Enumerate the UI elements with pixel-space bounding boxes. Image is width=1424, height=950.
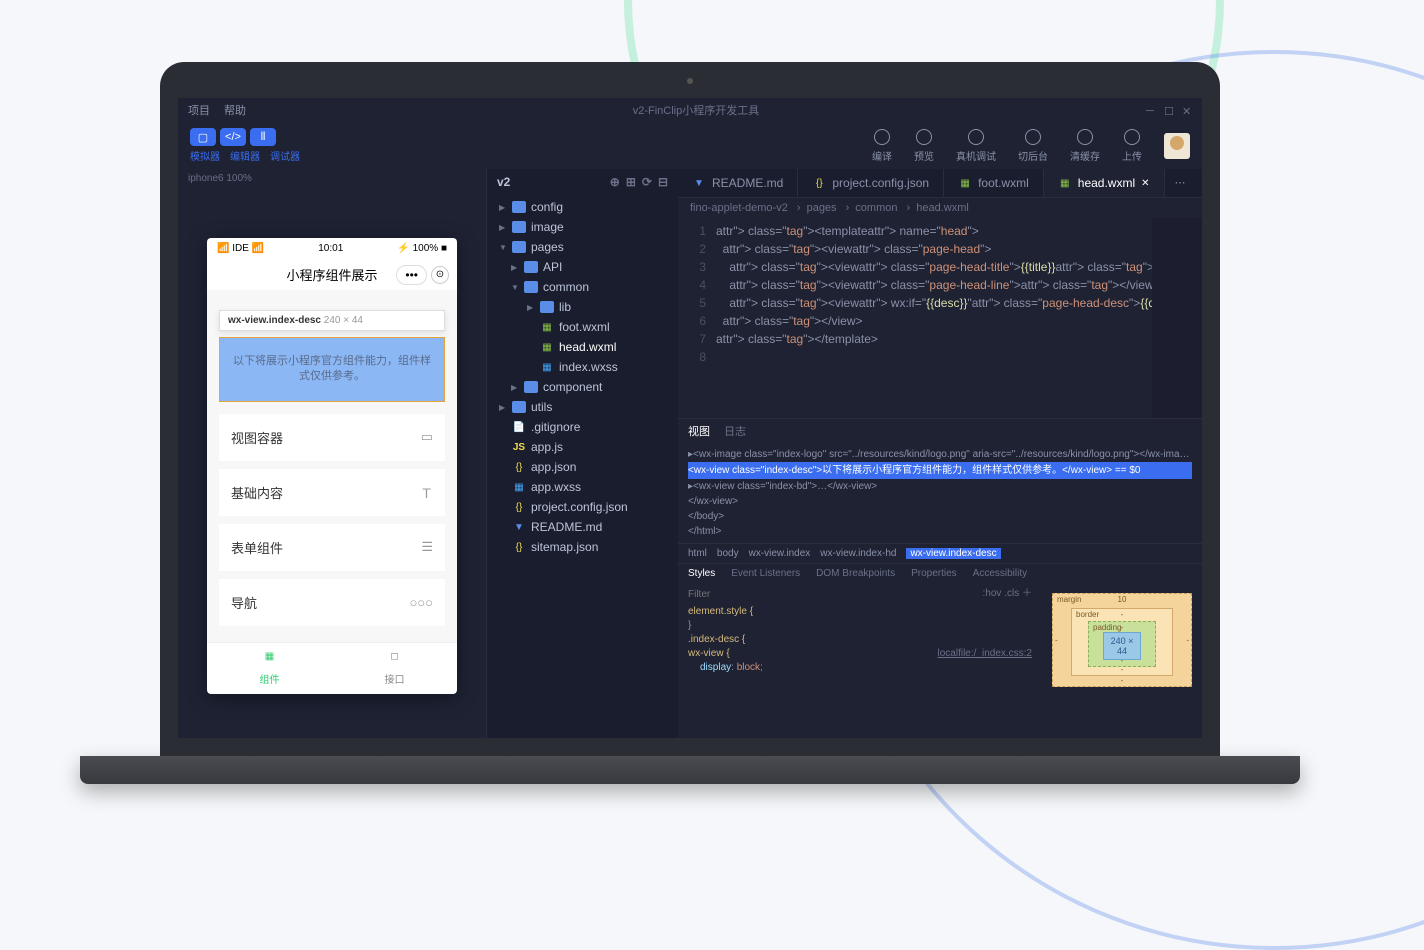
menu-item[interactable]: 导航○○○ [219, 579, 445, 626]
laptop-frame: 项目 帮助 v2-FinClip小程序开发工具 ─ ☐ ✕ ▢ </> ⫴ [160, 62, 1220, 784]
devtools-subtab[interactable]: Accessibility [973, 568, 1027, 579]
menubar: 项目 帮助 v2-FinClip小程序开发工具 ─ ☐ ✕ [178, 98, 1202, 122]
styles-pane[interactable]: :hov .cls ＋ element.style {}.index-desc … [678, 583, 1042, 738]
simulator-device-info[interactable]: iphone6 100% [178, 169, 486, 188]
maximize-button[interactable]: ☐ [1164, 105, 1174, 115]
toolbar: ▢ </> ⫴ 模拟器 编辑器 调试器 编译 预览 真机调试 切后台 清缓存 [178, 122, 1202, 169]
tree-item[interactable]: ▼README.md [487, 517, 678, 537]
tree-item[interactable]: ▦app.wxss [487, 477, 678, 497]
editor-tab[interactable]: ▦head.wxml✕ [1044, 169, 1165, 197]
breadcrumb: fino-applet-demo-v2 pages common head.wxml [678, 198, 1202, 218]
phone-status-bar: 📶 IDE 📶 10:01 ⚡ 100% ■ [207, 238, 457, 259]
devtools-subtab[interactable]: Styles [688, 568, 715, 579]
editor-tabs: ▼README.md{}project.config.json▦foot.wxm… [678, 169, 1202, 198]
menu-item[interactable]: 视图容器▭ [219, 414, 445, 461]
tree-item[interactable]: ▼pages [487, 237, 678, 257]
tree-item[interactable]: {}app.json [487, 457, 678, 477]
menu-project[interactable]: 项目 [188, 102, 210, 118]
inspect-tooltip: wx-view.index-desc 240 × 44 [219, 310, 445, 331]
window-title: v2-FinClip小程序开发工具 [260, 102, 1132, 118]
preview-button[interactable]: 预览 [914, 129, 934, 163]
compile-button[interactable]: 编译 [872, 129, 892, 163]
project-root[interactable]: v2 [497, 175, 510, 189]
dt-tab-view[interactable]: 视图 [688, 423, 710, 439]
tree-item[interactable]: ▦foot.wxml [487, 317, 678, 337]
refresh-icon[interactable]: ⟳ [642, 175, 652, 189]
breadcrumb-item[interactable]: pages [807, 202, 850, 214]
tree-item[interactable]: ▼common [487, 277, 678, 297]
tree-item[interactable]: 📄.gitignore [487, 417, 678, 437]
tree-item[interactable]: ▶image [487, 217, 678, 237]
tree-item[interactable]: JSapp.js [487, 437, 678, 457]
tree-item[interactable]: ▶config [487, 197, 678, 217]
code-editor[interactable]: 12345678 attr"> class="tag"><templateatt… [678, 218, 1202, 418]
tree-item[interactable]: ▶API [487, 257, 678, 277]
editor-tab[interactable]: ▼README.md [678, 169, 798, 197]
capsule-more-icon[interactable]: ••• [396, 265, 427, 285]
new-folder-icon[interactable]: ⊞ [626, 175, 636, 189]
dom-path-item[interactable]: wx-view.index-hd [820, 548, 896, 559]
file-explorer: v2 ⊕ ⊞ ⟳ ⊟ ▶config▶image▼pages▶API▼commo… [486, 169, 678, 738]
tree-item[interactable]: {}project.config.json [487, 497, 678, 517]
page-title: 小程序组件展示 [286, 265, 377, 284]
box-model: margin 10 - border - padding - [1042, 583, 1202, 738]
avatar[interactable] [1164, 133, 1190, 159]
grid-icon: ▦ [261, 651, 279, 669]
dom-tree[interactable]: ▸<wx-image class="index-logo" src="../re… [678, 443, 1202, 543]
minimize-button[interactable]: ─ [1146, 105, 1156, 115]
tab-api[interactable]: ◻ 接口 [332, 643, 457, 694]
api-icon: ◻ [386, 651, 404, 669]
styles-filter-input[interactable] [688, 587, 748, 601]
dom-path-item[interactable]: html [688, 548, 707, 559]
dom-path-item[interactable]: wx-view.index [749, 548, 811, 559]
collapse-icon[interactable]: ⊟ [658, 175, 668, 189]
menu-item[interactable]: 表单组件☰ [219, 524, 445, 571]
background-button[interactable]: 切后台 [1018, 129, 1048, 163]
mode-editor[interactable]: </> [220, 128, 246, 146]
tab-component[interactable]: ▦ 组件 [207, 643, 332, 694]
tree-item[interactable]: ▦head.wxml [487, 337, 678, 357]
close-button[interactable]: ✕ [1182, 105, 1192, 115]
editor-tab[interactable]: ▦foot.wxml [944, 169, 1044, 197]
breadcrumb-item[interactable]: common [855, 202, 910, 214]
minimap[interactable] [1152, 218, 1202, 418]
phone-tabbar: ▦ 组件 ◻ 接口 [207, 642, 457, 694]
devtools-subtab[interactable]: DOM Breakpoints [816, 568, 895, 579]
upload-button[interactable]: 上传 [1122, 129, 1142, 163]
ide-window: 项目 帮助 v2-FinClip小程序开发工具 ─ ☐ ✕ ▢ </> ⫴ [178, 98, 1202, 738]
tree-item[interactable]: {}sitemap.json [487, 537, 678, 557]
phone-nav: 小程序组件展示 ••• ⊙ [207, 259, 457, 290]
tree-item[interactable]: ▦index.wxss [487, 357, 678, 377]
mode-switcher: ▢ </> ⫴ 模拟器 编辑器 调试器 [190, 128, 300, 163]
styles-toggles[interactable]: :hov .cls ＋ [983, 587, 1032, 601]
tree-item[interactable]: ▶utils [487, 397, 678, 417]
clear-cache-button[interactable]: 清缓存 [1070, 129, 1100, 163]
capsule-close-icon[interactable]: ⊙ [431, 266, 449, 284]
editor-tab[interactable]: {}project.config.json [798, 169, 944, 197]
remote-debug-button[interactable]: 真机调试 [956, 129, 996, 163]
mode-debugger[interactable]: ⫴ [250, 128, 276, 146]
dom-path-item[interactable]: body [717, 548, 739, 559]
tree-item[interactable]: ▶component [487, 377, 678, 397]
menu-help[interactable]: 帮助 [224, 102, 246, 118]
new-file-icon[interactable]: ⊕ [610, 175, 620, 189]
dom-breadcrumb: html body wx-view.index wx-view.index-hd wx-… [678, 543, 1202, 564]
breadcrumb-item[interactable]: fino-applet-demo-v2 [690, 202, 801, 214]
devtools: 视图 日志 ▸<wx-image class="index-logo" src=… [678, 418, 1202, 738]
breadcrumb-item[interactable]: head.wxml [916, 202, 969, 214]
phone-preview: 📶 IDE 📶 10:01 ⚡ 100% ■ 小程序组件展示 ••• ⊙ [207, 238, 457, 694]
tree-item[interactable]: ▶lib [487, 297, 678, 317]
simulator-panel: iphone6 100% 📶 IDE 📶 10:01 ⚡ 100% ■ 小程序组… [178, 169, 486, 738]
devtools-subtab[interactable]: Properties [911, 568, 957, 579]
dom-path-item[interactable]: wx-view.index-desc [906, 548, 1000, 559]
close-icon[interactable]: ✕ [1141, 178, 1149, 189]
mode-simulator[interactable]: ▢ [190, 128, 216, 146]
tabs-more-icon[interactable]: ⋯ [1165, 169, 1196, 197]
menu-item[interactable]: 基础内容Ｔ [219, 469, 445, 516]
editor-panel: ▼README.md{}project.config.json▦foot.wxm… [678, 169, 1202, 738]
inspected-element[interactable]: 以下将展示小程序官方组件能力，组件样式仅供参考。 [219, 337, 445, 402]
devtools-subtab[interactable]: Event Listeners [731, 568, 800, 579]
dt-tab-log[interactable]: 日志 [724, 423, 746, 439]
